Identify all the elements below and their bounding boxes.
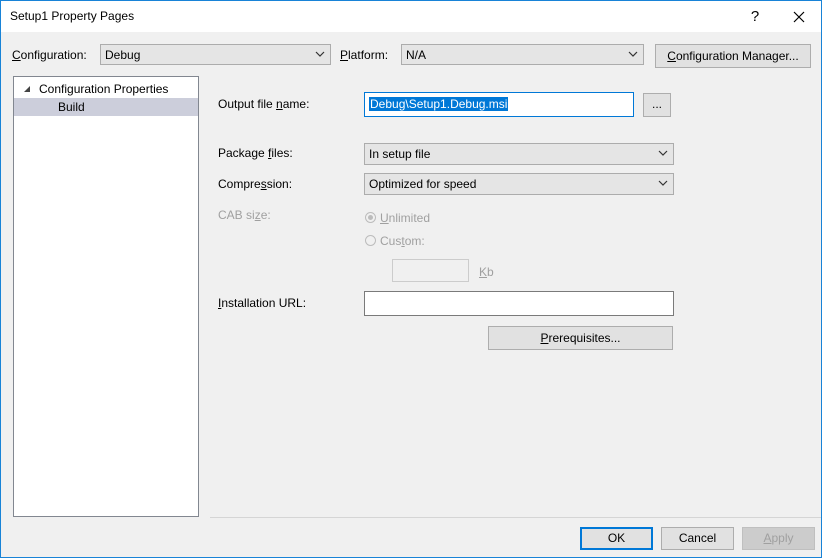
cab-size-label: CAB size: <box>218 208 271 222</box>
package-files-value: In setup file <box>369 147 431 161</box>
radio-selected-dot <box>368 215 373 220</box>
tree-item-label: Build <box>58 100 85 114</box>
settings-tree: Configuration Properties Build <box>13 76 199 517</box>
custom-radio[interactable] <box>365 235 376 246</box>
expanded-triangle-icon <box>24 86 30 92</box>
platform-value: N/A <box>406 48 427 62</box>
chevron-down-icon <box>628 51 638 57</box>
installation-url-label: Installation URL: <box>218 296 307 310</box>
apply-button[interactable]: Apply <box>742 527 815 550</box>
platform-select[interactable]: N/A <box>401 44 644 65</box>
close-icon <box>793 11 805 23</box>
output-file-name-value: Debug\Setup1.Debug.msi <box>369 97 509 111</box>
tree-item-build[interactable]: Build <box>14 98 198 116</box>
compression-value: Optimized for speed <box>369 177 477 191</box>
platform-label: Platform: <box>340 48 389 62</box>
configuration-manager-button[interactable]: Configuration Manager... <box>655 44 811 68</box>
browse-button[interactable]: ... <box>643 93 671 117</box>
installation-url-input[interactable] <box>364 291 674 316</box>
property-pages-dialog: Setup1 Property Pages ? Configuration: D… <box>0 0 822 558</box>
chevron-down-icon <box>658 150 668 156</box>
output-file-name-input[interactable]: Debug\Setup1.Debug.msi <box>364 92 634 117</box>
help-button[interactable]: ? <box>733 1 777 32</box>
package-files-select[interactable]: In setup file <box>364 143 674 165</box>
close-button[interactable] <box>777 1 821 32</box>
compression-label: Compression: <box>218 177 293 191</box>
tree-item-label: Configuration Properties <box>39 82 169 96</box>
ok-button[interactable]: OK <box>580 527 653 550</box>
chevron-down-icon <box>658 180 668 186</box>
tree-item-configuration-properties[interactable]: Configuration Properties <box>14 80 198 98</box>
unlimited-radio[interactable] <box>365 212 376 223</box>
output-file-name-label: Output file name: <box>218 97 310 111</box>
package-files-label: Package files: <box>218 146 293 160</box>
title-bar: Setup1 Property Pages ? <box>1 1 821 32</box>
compression-select[interactable]: Optimized for speed <box>364 173 674 195</box>
chevron-down-icon <box>315 51 325 57</box>
prerequisites-button[interactable]: Prerequisites... <box>488 326 673 350</box>
footer-separator <box>210 517 821 518</box>
window-title: Setup1 Property Pages <box>10 9 135 23</box>
custom-label: Custom: <box>380 234 425 248</box>
configuration-label: Configuration: <box>12 48 87 62</box>
configuration-select[interactable]: Debug <box>100 44 331 65</box>
configuration-value: Debug <box>105 48 141 62</box>
unlimited-label: Unlimited <box>380 211 431 225</box>
custom-size-input[interactable] <box>392 259 469 282</box>
cancel-button[interactable]: Cancel <box>661 527 734 550</box>
kb-unit-label: Kb <box>479 265 494 279</box>
